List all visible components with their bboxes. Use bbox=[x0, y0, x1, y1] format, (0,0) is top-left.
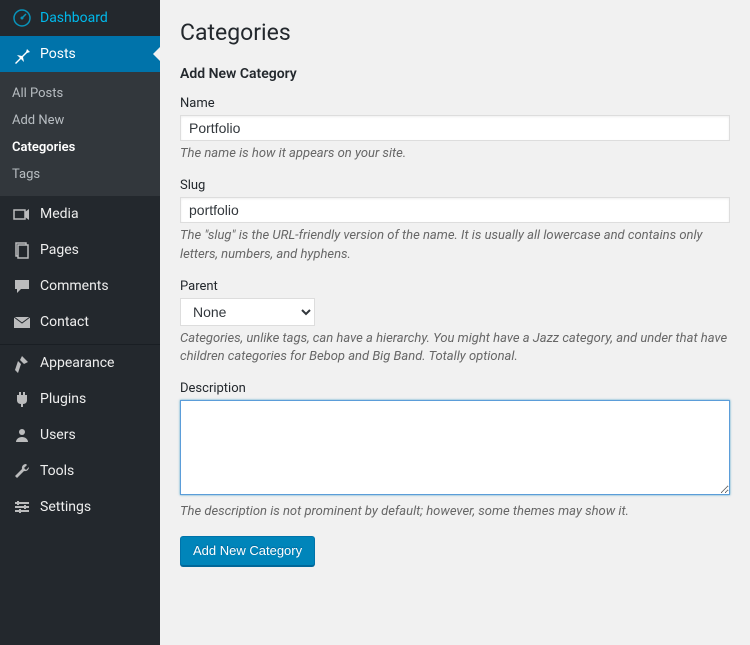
parent-label: Parent bbox=[180, 279, 730, 294]
menu-pages[interactable]: Pages bbox=[0, 232, 160, 268]
submenu-tags[interactable]: Tags bbox=[0, 161, 160, 188]
menu-plugins[interactable]: Plugins bbox=[0, 381, 160, 417]
menu-label: Contact bbox=[40, 314, 89, 330]
menu-appearance[interactable]: Appearance bbox=[0, 345, 160, 381]
dashboard-icon bbox=[12, 8, 32, 28]
page-title: Categories bbox=[180, 10, 730, 66]
admin-sidebar: Dashboard Posts All Posts Add New Catego… bbox=[0, 0, 160, 645]
menu-tools[interactable]: Tools bbox=[0, 453, 160, 489]
plugins-icon bbox=[12, 389, 32, 409]
comments-icon bbox=[12, 276, 32, 296]
slug-help: The "slug" is the URL-friendly version o… bbox=[180, 227, 730, 265]
submenu-all-posts[interactable]: All Posts bbox=[0, 80, 160, 107]
field-slug: Slug The "slug" is the URL-friendly vers… bbox=[180, 178, 730, 265]
name-label: Name bbox=[180, 96, 730, 111]
menu-label: Pages bbox=[40, 242, 79, 258]
pages-icon bbox=[12, 240, 32, 260]
menu-label: Settings bbox=[40, 499, 91, 515]
menu-contact[interactable]: Contact bbox=[0, 304, 160, 340]
appearance-icon bbox=[12, 353, 32, 373]
field-name: Name The name is how it appears on your … bbox=[180, 96, 730, 164]
menu-media[interactable]: Media bbox=[0, 196, 160, 232]
menu-label: Posts bbox=[40, 46, 76, 62]
field-parent: Parent None Categories, unlike tags, can… bbox=[180, 279, 730, 368]
envelope-icon bbox=[12, 312, 32, 332]
submenu-posts: All Posts Add New Categories Tags bbox=[0, 72, 160, 196]
slug-label: Slug bbox=[180, 178, 730, 193]
menu-label: Dashboard bbox=[40, 10, 108, 26]
description-textarea[interactable] bbox=[180, 400, 730, 495]
field-description: Description The description is not promi… bbox=[180, 381, 730, 522]
menu-users[interactable]: Users bbox=[0, 417, 160, 453]
submenu-categories[interactable]: Categories bbox=[0, 134, 160, 161]
name-input[interactable] bbox=[180, 115, 730, 141]
section-title: Add New Category bbox=[180, 66, 730, 82]
media-icon bbox=[12, 204, 32, 224]
parent-select[interactable]: None bbox=[180, 298, 315, 326]
menu-label: Users bbox=[40, 427, 76, 443]
menu-dashboard[interactable]: Dashboard bbox=[0, 0, 160, 36]
submenu-add-new[interactable]: Add New bbox=[0, 107, 160, 134]
tools-icon bbox=[12, 461, 32, 481]
menu-comments[interactable]: Comments bbox=[0, 268, 160, 304]
slug-input[interactable] bbox=[180, 197, 730, 223]
menu-settings[interactable]: Settings bbox=[0, 489, 160, 525]
submit-button[interactable]: Add New Category bbox=[180, 536, 315, 566]
menu-posts[interactable]: Posts bbox=[0, 36, 160, 72]
menu-label: Plugins bbox=[40, 391, 86, 407]
users-icon bbox=[12, 425, 32, 445]
parent-help: Categories, unlike tags, can have a hier… bbox=[180, 330, 730, 368]
main-content: Categories Add New Category Name The nam… bbox=[160, 0, 750, 645]
menu-label: Tools bbox=[40, 463, 74, 479]
menu-label: Media bbox=[40, 206, 79, 222]
description-help: The description is not prominent by defa… bbox=[180, 503, 730, 522]
pushpin-icon bbox=[12, 44, 32, 64]
settings-icon bbox=[12, 497, 32, 517]
name-help: The name is how it appears on your site. bbox=[180, 145, 730, 164]
description-label: Description bbox=[180, 381, 730, 396]
menu-label: Appearance bbox=[40, 355, 114, 371]
menu-label: Comments bbox=[40, 278, 109, 294]
